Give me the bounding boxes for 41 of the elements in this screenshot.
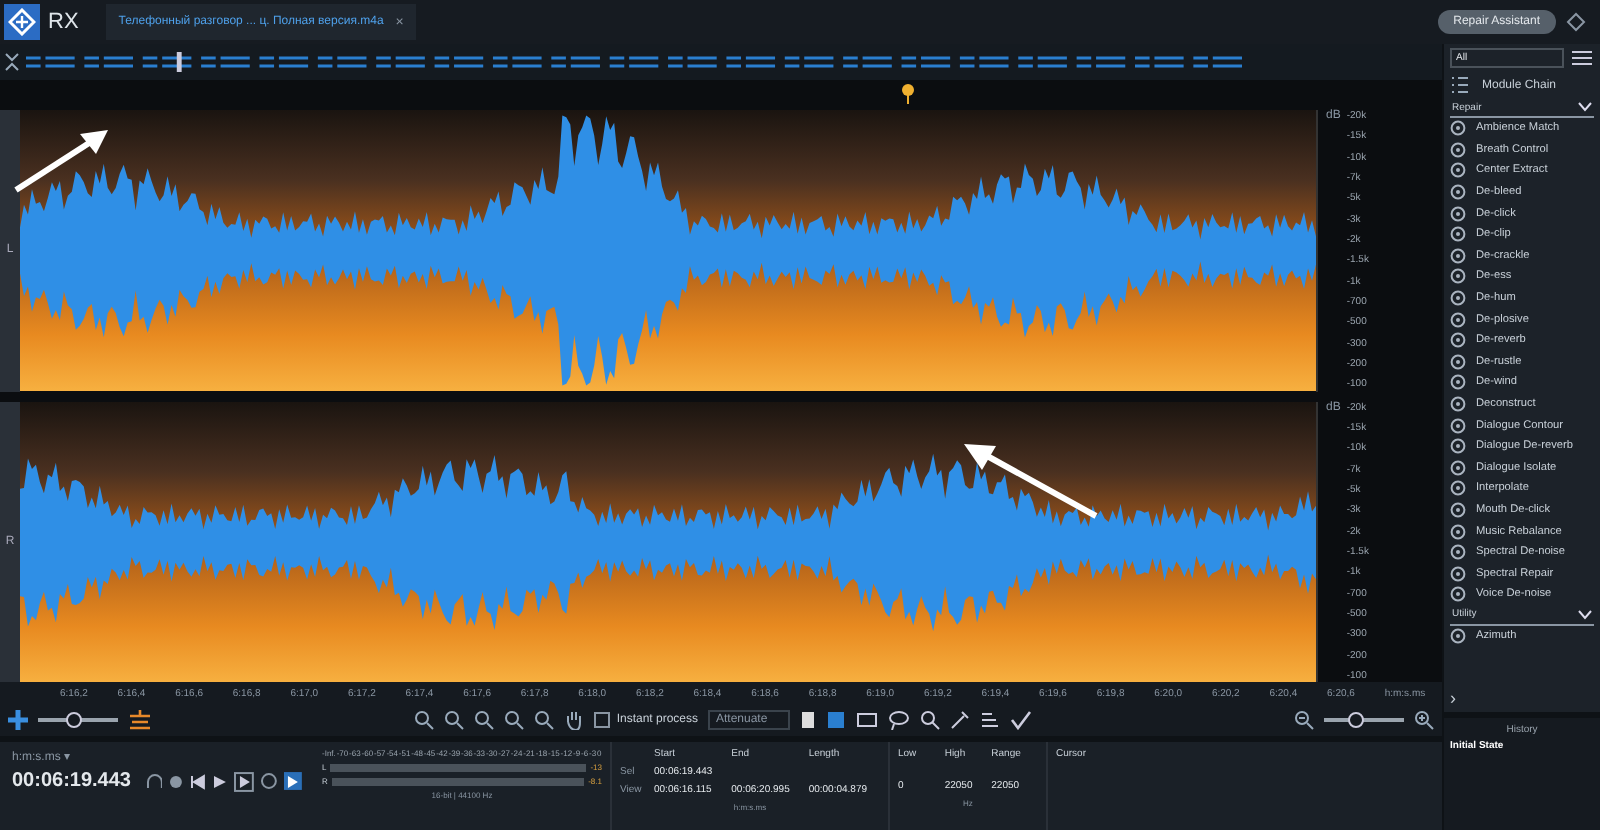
zoom-icon[interactable] <box>474 710 495 730</box>
brush-icon[interactable] <box>949 710 970 730</box>
list-icon <box>1450 76 1470 94</box>
pin-icon[interactable] <box>1564 10 1588 34</box>
app-name: RX <box>48 10 79 34</box>
harmonic-select-icon[interactable] <box>979 710 1000 730</box>
zoom-icon[interactable] <box>444 710 465 730</box>
zoom-out-icon[interactable] <box>1294 710 1314 730</box>
play-icon[interactable] <box>212 773 229 789</box>
overview-waveform-drawing[interactable] <box>26 52 1242 72</box>
waveform-view-icon[interactable] <box>8 710 28 730</box>
arrow-annotation <box>12 124 112 194</box>
zoom-in-icon[interactable] <box>1414 710 1434 730</box>
spectrogram-drawing[interactable] <box>20 110 1316 391</box>
spectrogram-drawing[interactable] <box>20 401 1316 682</box>
time-display: 00:06:19.443 <box>12 770 131 792</box>
collapse-icon[interactable] <box>4 52 20 72</box>
frequency-select-icon[interactable] <box>855 710 878 730</box>
zoom-icon[interactable] <box>414 710 435 730</box>
chevron-icon <box>1578 609 1592 620</box>
menu-icon[interactable] <box>1570 48 1594 68</box>
previous-icon[interactable] <box>190 773 207 789</box>
app-logo-icon <box>4 4 40 40</box>
insert-icon[interactable] <box>284 772 302 790</box>
module-icon <box>1450 627 1466 644</box>
play-selection-icon[interactable] <box>234 771 255 791</box>
arrow-annotation <box>960 440 1100 520</box>
loop-icon[interactable] <box>260 772 279 790</box>
search-icon[interactable] <box>534 710 555 730</box>
time-select-icon[interactable] <box>825 710 846 730</box>
rectangle-select-icon[interactable] <box>799 710 816 730</box>
record-icon[interactable] <box>168 773 185 789</box>
expand-icon[interactable]: › <box>1450 690 1594 708</box>
headphones-icon[interactable] <box>145 772 163 790</box>
zoom-icon[interactable] <box>504 710 525 730</box>
lasso-icon[interactable] <box>887 710 910 730</box>
playhead-marker-icon[interactable] <box>902 84 914 104</box>
chevron-icon <box>1578 102 1592 112</box>
checkmark-icon[interactable] <box>1009 710 1032 730</box>
spectrogram-view-icon[interactable] <box>128 710 152 730</box>
hand-icon[interactable] <box>564 710 585 730</box>
